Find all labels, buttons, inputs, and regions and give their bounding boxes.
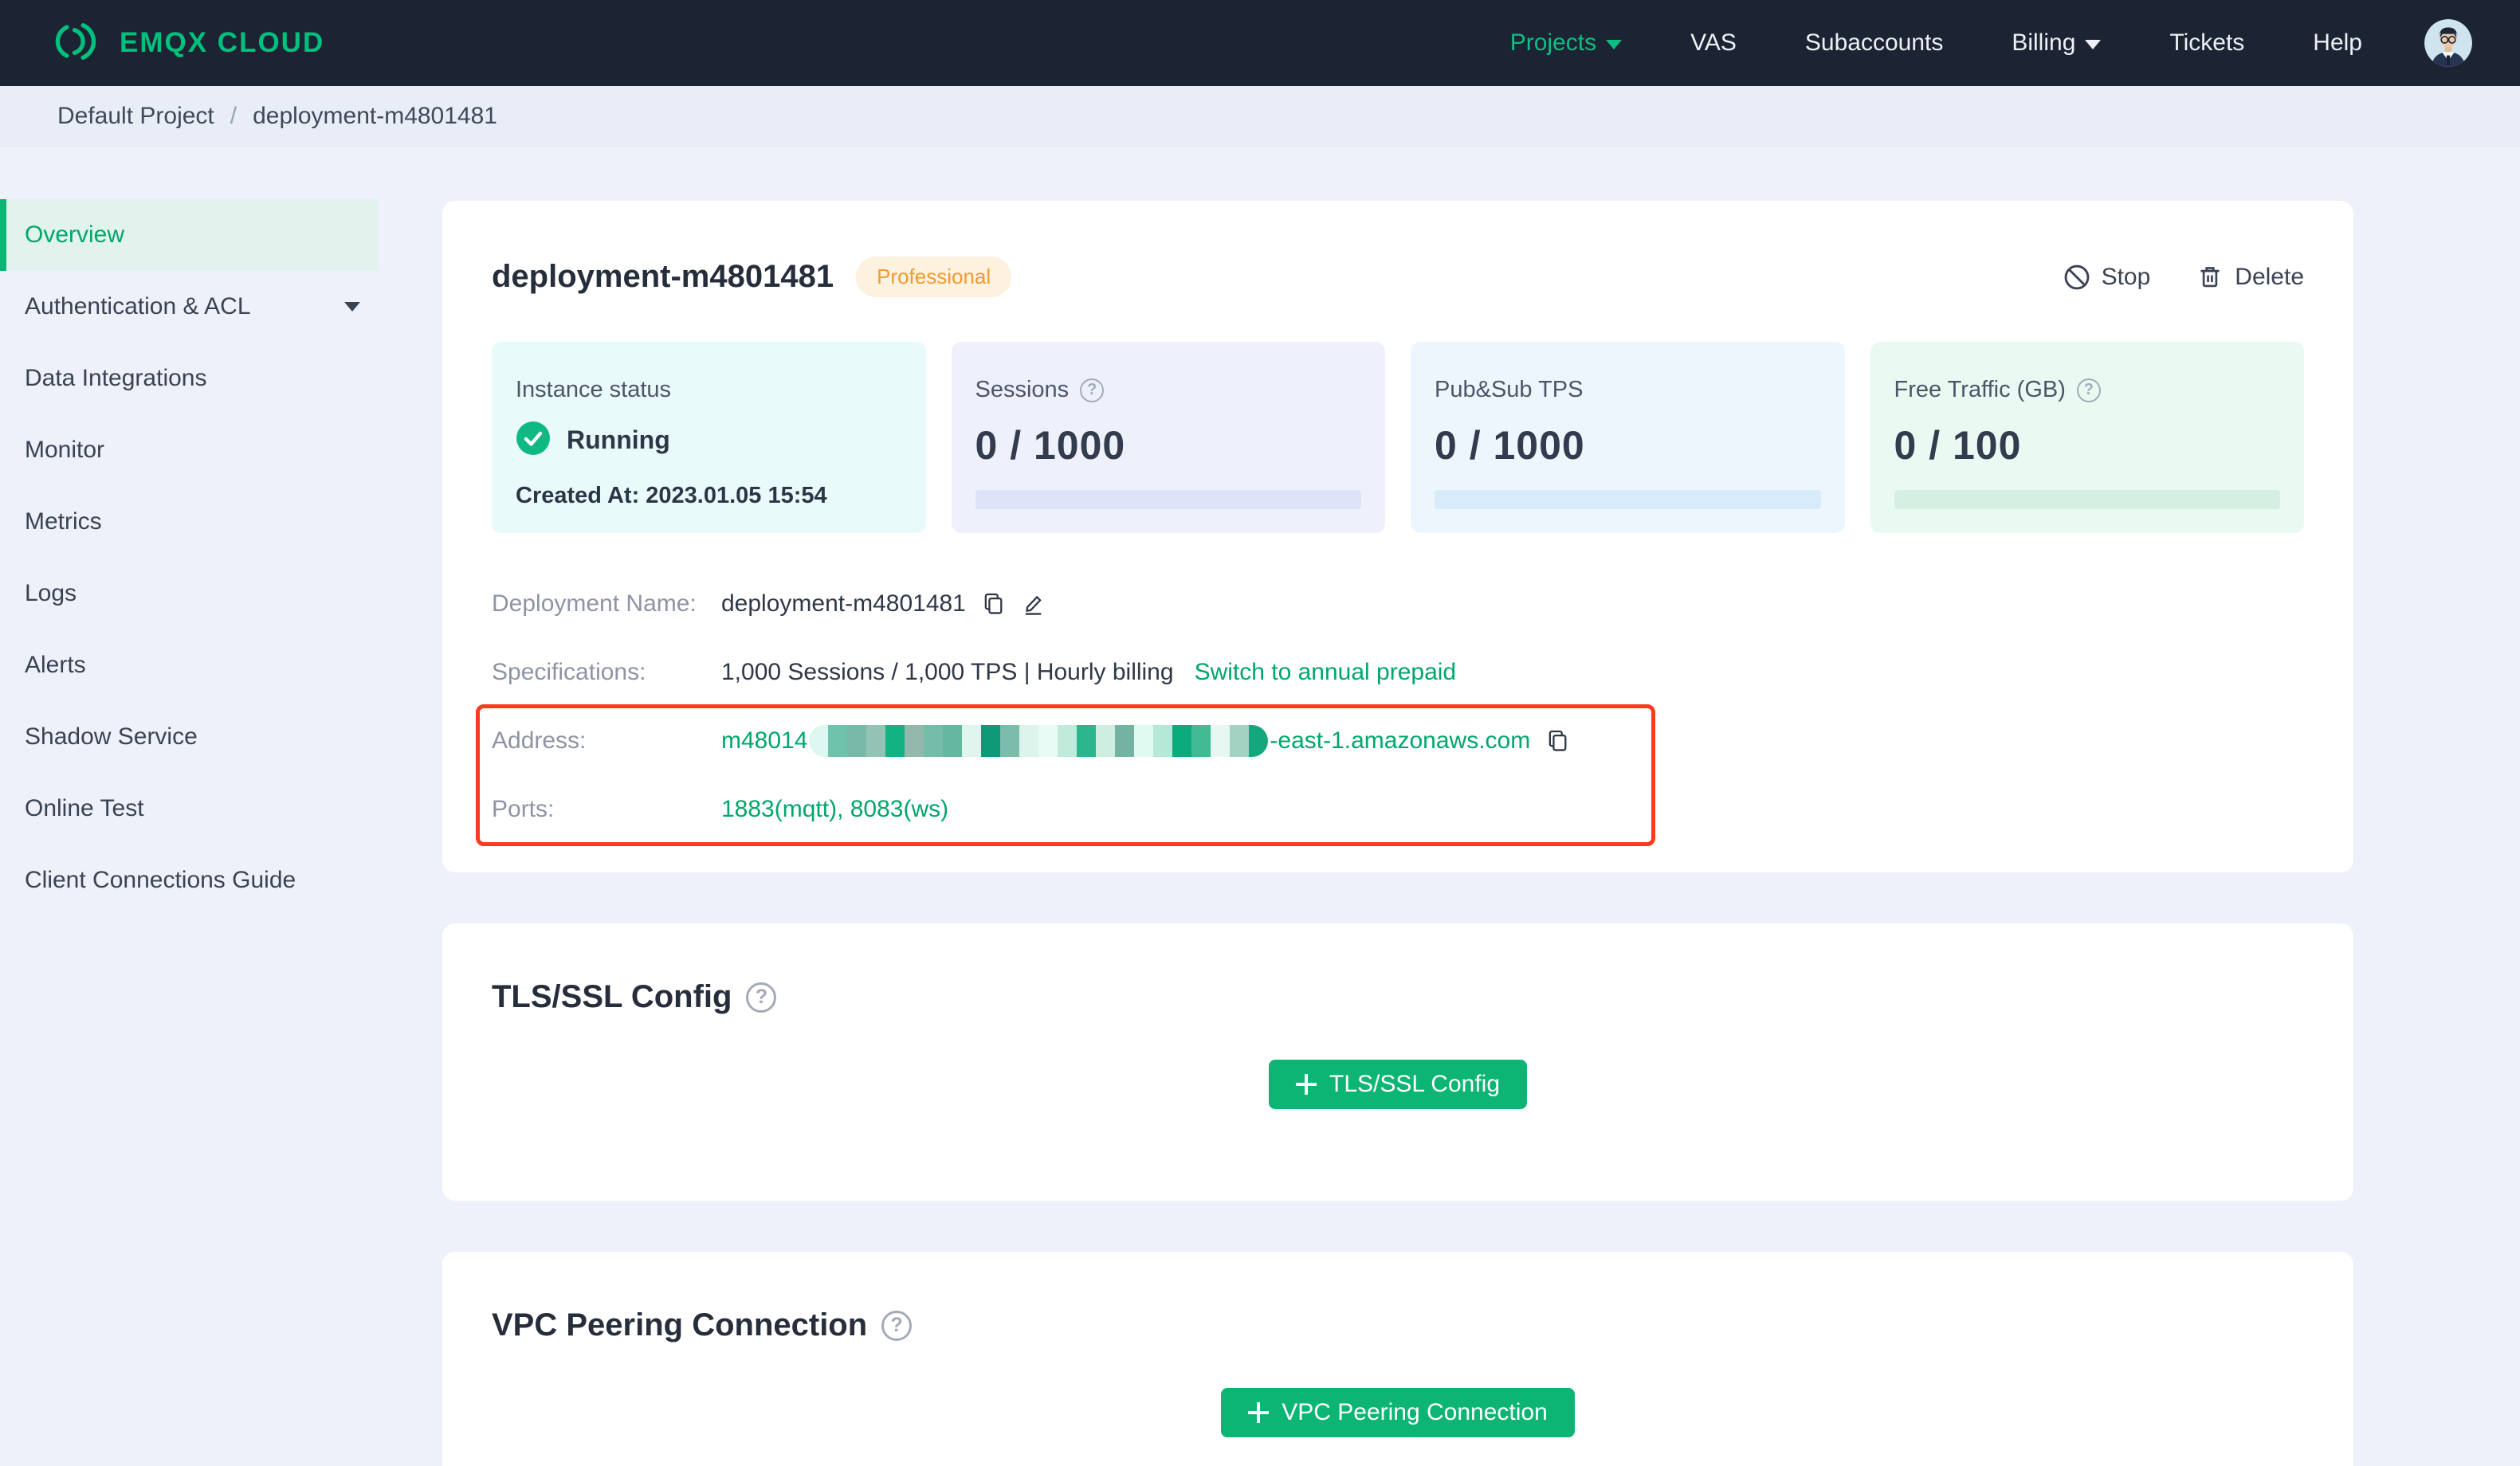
pubsub-tps-value: 0 / 1000 (1435, 423, 1585, 468)
delete-button[interactable]: Delete (2196, 264, 2304, 291)
sessions-value: 0 / 1000 (975, 423, 1126, 468)
sessions-card: Sessions 0 / 1000 (951, 342, 1385, 533)
stop-button[interactable]: Stop (2063, 264, 2150, 291)
address-row: Address: m48014 -east-1.amazonaws.com (492, 707, 2304, 775)
deployment-name-value: deployment-m4801481 (721, 590, 966, 617)
copy-icon[interactable] (1545, 728, 1570, 754)
page-title: deployment-m4801481 (492, 259, 834, 294)
vpc-peering-title: VPC Peering Connection (492, 1307, 868, 1343)
sidebar: Overview Authentication & ACL Data Integ… (0, 147, 378, 1466)
trash-icon (2196, 264, 2224, 291)
ports-value: 1883(mqtt), 8083(ws) (721, 796, 949, 822)
sessions-progress-bar (975, 490, 1361, 509)
plan-badge: Professional (856, 257, 1012, 297)
main-content: deployment-m4801481 Professional Stop De… (442, 147, 2353, 1466)
add-vpc-peering-button[interactable]: VPC Peering Connection (1221, 1388, 1575, 1437)
tls-ssl-section: TLS/SSL Config TLS/SSL Config (442, 923, 2353, 1201)
instance-status-label: Instance status (516, 377, 672, 402)
help-icon[interactable] (1080, 378, 1105, 402)
edit-icon[interactable] (1020, 591, 1046, 617)
pubsub-tps-card: Pub&Sub TPS 0 / 1000 (1411, 342, 1845, 533)
brand[interactable]: EMQX CLOUD (53, 22, 324, 65)
main-nav: Projects VAS Subaccounts Billing Tickets… (1510, 29, 2362, 57)
switch-annual-prepaid-link[interactable]: Switch to annual prepaid (1195, 659, 1457, 686)
pubsub-tps-label: Pub&Sub TPS (1435, 377, 1584, 402)
nav-tickets[interactable]: Tickets (2169, 29, 2244, 57)
user-avatar[interactable] (2424, 19, 2472, 67)
free-traffic-label: Free Traffic (GB) (1894, 377, 2066, 402)
sidebar-item-alerts[interactable]: Alerts (0, 629, 378, 701)
help-icon[interactable] (2076, 378, 2101, 402)
help-icon[interactable] (881, 1310, 913, 1341)
instance-status-card: Instance status Running Created At: 2023… (492, 342, 926, 533)
specifications-value: 1,000 Sessions / 1,000 TPS | Hourly bill… (721, 659, 1174, 685)
emqx-logo-icon (53, 22, 102, 65)
brand-name: EMQX CLOUD (120, 27, 325, 58)
breadcrumb-separator: / (230, 102, 237, 129)
address-prefix: m48014 (721, 727, 808, 754)
specifications-label: Specifications: (492, 659, 646, 685)
sidebar-item-overview[interactable]: Overview (0, 199, 378, 271)
status-badge: Running (567, 425, 670, 454)
sidebar-item-authentication-acl[interactable]: Authentication & ACL (0, 271, 378, 343)
pubsub-tps-progress-bar (1435, 490, 1821, 509)
deployment-name-row: Deployment Name: deployment-m4801481 (492, 570, 2304, 638)
free-traffic-value: 0 / 100 (1894, 423, 2022, 468)
sidebar-item-data-integrations[interactable]: Data Integrations (0, 343, 378, 414)
address-suffix: -east-1.amazonaws.com (1270, 727, 1531, 754)
sidebar-item-logs[interactable]: Logs (0, 558, 378, 629)
plus-icon (1248, 1402, 1270, 1423)
specifications-row: Specifications: 1,000 Sessions / 1,000 T… (492, 638, 2304, 707)
nav-vas[interactable]: VAS (1690, 29, 1737, 57)
sessions-label: Sessions (975, 377, 1070, 402)
nav-help[interactable]: Help (2313, 29, 2362, 57)
sidebar-item-metrics[interactable]: Metrics (0, 486, 378, 558)
copy-icon[interactable] (980, 591, 1006, 617)
deployment-name-label: Deployment Name: (492, 590, 697, 617)
free-traffic-progress-bar (1894, 490, 2280, 509)
help-icon[interactable] (746, 982, 777, 1013)
address-label: Address: (492, 727, 587, 754)
nav-subaccounts[interactable]: Subaccounts (1805, 29, 1943, 57)
free-traffic-card: Free Traffic (GB) 0 / 100 (1870, 342, 2304, 533)
chevron-down-icon (1606, 40, 1623, 49)
running-check-icon (516, 421, 551, 460)
plus-icon (1296, 1074, 1317, 1095)
sidebar-item-shadow-service[interactable]: Shadow Service (0, 701, 378, 773)
chevron-down-icon (2085, 40, 2102, 49)
sidebar-item-client-connections-guide[interactable]: Client Connections Guide (0, 845, 378, 916)
breadcrumb: Default Project / deployment-m4801481 (0, 86, 2520, 147)
ports-label: Ports: (492, 796, 555, 822)
tls-ssl-title: TLS/SSL Config (492, 979, 732, 1014)
created-at-text: Created At: 2023.01.05 15:54 (516, 483, 827, 508)
deployment-overview-card: deployment-m4801481 Professional Stop De… (442, 201, 2353, 872)
stop-icon (2063, 264, 2090, 291)
ports-row: Ports: 1883(mqtt), 8083(ws) (492, 775, 2304, 844)
chevron-down-icon (344, 302, 360, 312)
top-navbar: EMQX CLOUD Projects VAS Subaccounts Bill… (0, 0, 2520, 86)
nav-projects[interactable]: Projects (1510, 29, 1623, 57)
breadcrumb-project[interactable]: Default Project (57, 103, 214, 130)
add-tls-ssl-config-button[interactable]: TLS/SSL Config (1269, 1060, 1527, 1109)
sidebar-item-online-test[interactable]: Online Test (0, 773, 378, 845)
vpc-peering-section: VPC Peering Connection VPC Peering Conne… (442, 1252, 2353, 1466)
nav-billing[interactable]: Billing (2012, 29, 2102, 57)
address-redaction (809, 725, 1269, 757)
breadcrumb-current: deployment-m4801481 (253, 102, 497, 129)
sidebar-item-monitor[interactable]: Monitor (0, 414, 378, 486)
